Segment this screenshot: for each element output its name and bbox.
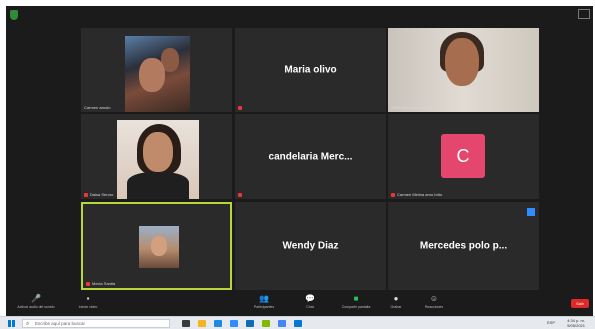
windows-start-icon[interactable]	[8, 320, 15, 327]
participant-name: Daisa Seroro	[90, 192, 114, 197]
mail-icon[interactable]	[294, 320, 302, 327]
participant-display-name: candelaria Merc...	[268, 151, 353, 162]
participant-tile[interactable]: Mercedes polo p...	[388, 202, 539, 290]
share-screen-button[interactable]: ■ Compartir pantalla	[336, 294, 376, 309]
meeting-controls: 🎤 Activar audio del sonido ▪ Iniciar vid…	[6, 292, 593, 316]
record-button[interactable]: ● Grabar	[376, 294, 416, 309]
muted-mic-icon	[391, 193, 395, 197]
reactions-button[interactable]: ☺ Reacciones	[414, 294, 454, 309]
avatar: C	[441, 134, 485, 178]
participant-video	[117, 120, 199, 199]
share-screen-icon: ■	[353, 294, 359, 303]
participant-tile[interactable]: GUISSEL LA ALGUIEN	[388, 28, 539, 112]
search-icon: ⌕	[26, 321, 30, 327]
view-toggle-icon[interactable]	[578, 9, 590, 19]
people-icon: 👥	[259, 294, 269, 303]
video-button[interactable]: ▪ Iniciar video	[68, 294, 108, 309]
participant-name: Carmen Melina arno brito	[397, 192, 443, 197]
participant-video	[388, 28, 539, 112]
chat-button[interactable]: 💬 Chat	[290, 294, 330, 309]
muted-mic-icon	[84, 193, 88, 197]
edge-icon[interactable]	[214, 320, 222, 327]
file-explorer-icon[interactable]	[198, 320, 206, 327]
security-shield-icon[interactable]	[10, 10, 18, 20]
chrome-icon[interactable]	[278, 320, 286, 327]
participants-button[interactable]: 👥 Participantes	[244, 294, 284, 309]
participant-tile[interactable]: candelaria Merc...	[235, 114, 386, 199]
participant-tile[interactable]: Wendy Diaz	[235, 202, 386, 290]
muted-mic-icon	[238, 106, 242, 110]
windows-taskbar: ⌕ Escribe aquí para buscar ESP 4:34 p. m…	[0, 316, 595, 329]
system-tray[interactable]: ESP	[547, 320, 555, 325]
participant-name: GUISSEL LA ALGUIEN	[391, 105, 433, 110]
participant-display-name: Maria olivo	[284, 64, 337, 76]
muted-mic-icon	[86, 282, 90, 286]
muted-mic-icon	[238, 193, 242, 197]
participant-tile-active-speaker[interactable]: Mecia Santla	[81, 202, 232, 290]
participant-video	[139, 226, 179, 268]
participant-tile[interactable]: C Carmen Melina arno brito	[388, 114, 539, 199]
app-icon[interactable]	[262, 320, 270, 327]
store-icon[interactable]	[246, 320, 254, 327]
zoom-taskbar-icon[interactable]	[230, 320, 238, 327]
microphone-icon: 🎤	[31, 294, 41, 303]
taskbar-clock[interactable]: 4:34 p. m. 5/05/2021	[567, 318, 585, 328]
participant-display-name: Mercedes polo p...	[419, 240, 508, 252]
participant-name: Carmen arnolo	[84, 105, 111, 110]
camera-icon: ▪	[86, 294, 90, 303]
participant-tile[interactable]: Maria olivo	[235, 28, 386, 112]
mute-button[interactable]: 🎤 Activar audio del sonido	[16, 294, 56, 309]
record-icon: ●	[393, 294, 399, 303]
participant-video	[125, 36, 190, 112]
end-meeting-button[interactable]: Salir	[571, 299, 589, 308]
participant-tile[interactable]: Daisa Seroro	[81, 114, 232, 199]
zoom-window: Carmen arnolo Maria olivo GUISSEL LA ALG…	[6, 6, 593, 316]
taskbar-search-input[interactable]: ⌕ Escribe aquí para buscar	[22, 319, 170, 328]
participant-display-name: Wendy Diaz	[282, 240, 339, 252]
participant-name: Mecia Santla	[92, 281, 116, 286]
task-view-icon[interactable]	[182, 320, 190, 327]
chat-icon: 💬	[305, 294, 315, 303]
smile-icon: ☺	[429, 294, 439, 303]
title-bar	[6, 6, 593, 26]
pin-icon[interactable]	[527, 208, 535, 216]
participant-tile[interactable]: Carmen arnolo	[81, 28, 232, 112]
